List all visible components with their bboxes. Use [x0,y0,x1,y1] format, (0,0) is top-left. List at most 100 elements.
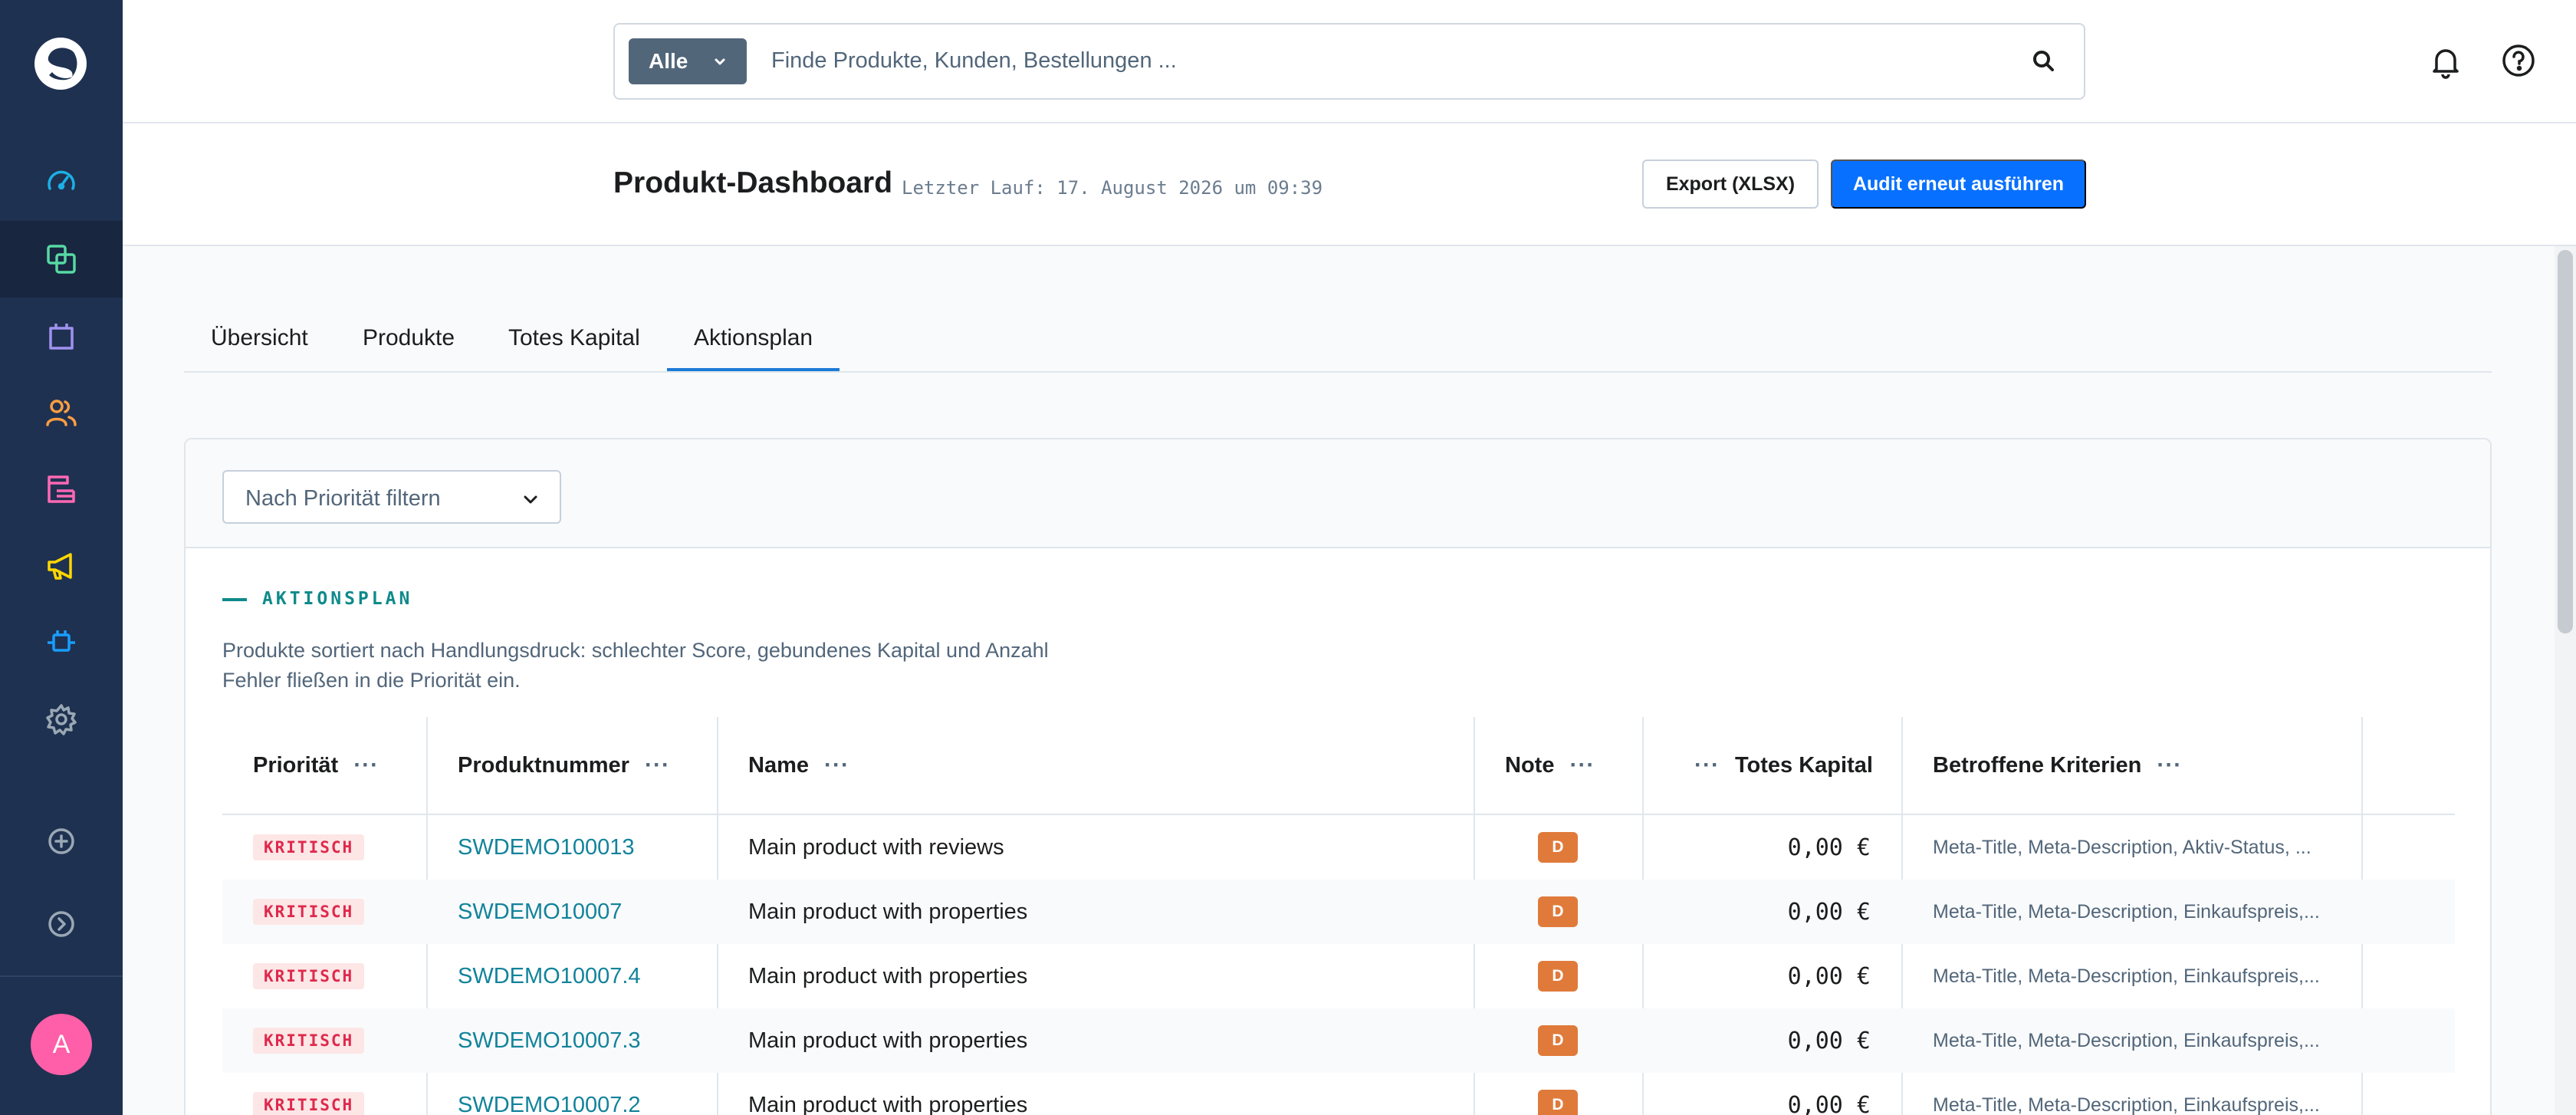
criteria-cell: Meta-Title, Meta-Description, Einkaufspr… [1933,1094,2320,1115]
sidebar-collapse-button[interactable] [0,886,123,962]
tab-overview[interactable]: Übersicht [211,325,308,351]
collapse-icon [48,911,74,937]
grade-badge: D [1538,961,1578,992]
tab-dead-capital[interactable]: Totes Kapital [508,325,640,351]
table-header: Priorität ··· Produktnummer ··· Name ···… [222,717,2455,815]
priority-filter-placeholder: Nach Priorität filtern [245,486,441,511]
table-row[interactable]: KRITISCH SWDEMO100013 Main product with re… [222,815,2455,880]
priority-cell: KRITISCH [253,815,406,880]
dead-capital-cell: 0,00 € [1787,898,1871,926]
orders-icon [49,324,74,350]
priority-badge: KRITISCH [253,1092,365,1115]
priority-cell: KRITISCH [253,1073,406,1115]
global-search: Alle Finde Produkte, Kunden, Bestellunge… [613,23,2085,100]
product-number-link[interactable]: SWDEMO10007 [458,880,703,944]
grade-badge: D [1538,1090,1578,1115]
grade-badge: D [1538,1025,1578,1056]
section-description: Produkte sortiert nach Handlungsdruck: s… [222,639,1049,692]
column-header-grade[interactable]: Note ··· [1505,717,1595,814]
column-header-priority[interactable]: Priorität ··· [253,717,379,814]
table-row[interactable]: KRITISCH SWDEMO10007 Main product with pro… [222,880,2455,944]
column-menu-icon[interactable]: ··· [1694,752,1720,778]
column-header-label: Betroffene Kriterien [1933,752,2142,778]
priority-badge: KRITISCH [253,899,365,925]
column-header-affected-criteria[interactable]: Betroffene Kriterien ··· [1933,717,2182,814]
settings-icon [46,704,77,735]
dead-capital-cell: 0,00 € [1787,962,1871,990]
search-input[interactable]: Finde Produkte, Kunden, Bestellungen ... [771,48,1177,74]
chevron-down-icon [524,495,537,504]
column-header-label: Totes Kapital [1734,752,1873,778]
add-icon [48,828,74,854]
product-name-cell: Main product with properties [748,1092,1028,1115]
content-icon [48,475,75,503]
extensions-icon [48,630,75,652]
column-header-label: Priorität [253,752,339,778]
column-menu-icon[interactable]: ··· [353,752,379,778]
help-icon[interactable] [2501,43,2536,78]
page-title: Produkt-Dashboard [613,166,893,199]
sidebar: A [0,0,123,1115]
grade-cell: D [1538,815,1584,880]
product-name-cell: Main product with properties [748,963,1028,988]
sidebar-item-settings[interactable] [0,681,123,758]
sidebar-item-orders[interactable] [0,298,123,374]
search-type-select[interactable]: Alle [629,38,747,84]
product-name-cell: Main product with properties [748,899,1028,924]
customers-icon [46,400,77,426]
chevron-down-icon [715,58,725,65]
priority-badge: KRITISCH [253,1028,365,1054]
sidebar-add-button[interactable] [0,803,123,880]
sidebar-item-customers[interactable] [0,374,123,451]
dashboard-icon [48,170,75,190]
grade-cell: D [1538,880,1584,944]
column-header-product-number[interactable]: Produktnummer ··· [458,717,670,814]
search-icon[interactable] [2029,46,2059,77]
column-header-label: Name [748,752,809,778]
export-xlsx-button[interactable]: Export (XLSX) [1642,160,1819,209]
column-header-label: Note [1505,752,1555,778]
product-name-cell: Main product with properties [748,1028,1028,1053]
card-toolbar: Nach Priorität filtern [186,439,2490,548]
column-menu-icon[interactable]: ··· [1569,752,1595,778]
priority-badge: KRITISCH [253,834,365,860]
tab-action-plan[interactable]: Aktionsplan [694,325,813,351]
sidebar-item-content[interactable] [0,451,123,528]
product-number-link[interactable]: SWDEMO10007.3 [458,1008,703,1073]
priority-filter-select[interactable]: Nach Priorität filtern [222,470,561,524]
action-plan-card: Nach Priorität filtern AKTIONSPLAN Produ… [184,438,2492,1115]
column-menu-icon[interactable]: ··· [645,752,670,778]
column-header-label: Produktnummer [458,752,629,778]
sidebar-item-dashboard[interactable] [0,144,123,221]
sidebar-item-marketing[interactable] [0,528,123,604]
table-row[interactable]: KRITISCH SWDEMO10007.2 Main product with p… [222,1073,2455,1115]
active-tab-indicator [667,368,840,371]
tab-products[interactable]: Produkte [363,325,455,351]
table-row[interactable]: KRITISCH SWDEMO10007.4 Main product with p… [222,944,2455,1008]
section-label: AKTIONSPLAN [262,589,413,609]
scrollbar-thumb[interactable] [2558,250,2573,633]
priority-cell: KRITISCH [253,880,406,944]
column-header-name[interactable]: Name ··· [748,717,849,814]
product-number-link[interactable]: SWDEMO10007.2 [458,1073,703,1115]
sidebar-item-catalogue[interactable] [0,221,123,298]
dead-capital-cell: 0,00 € [1787,1091,1871,1115]
grade-cell: D [1538,1008,1584,1073]
notification-bell-icon[interactable] [2427,43,2464,80]
priority-cell: KRITISCH [253,1008,406,1073]
grade-cell: D [1538,944,1584,1008]
column-header-dead-capital[interactable]: ··· Totes Kapital [1694,717,1873,814]
column-menu-icon[interactable]: ··· [824,752,849,778]
table-row[interactable]: KRITISCH SWDEMO10007.3 Main product with p… [222,1008,2455,1073]
criteria-cell: Meta-Title, Meta-Description, Einkaufspr… [1933,900,2320,923]
criteria-cell: Meta-Title, Meta-Description, Einkaufspr… [1933,965,2320,987]
avatar[interactable]: A [31,1014,92,1075]
shopware-logo-icon[interactable] [34,37,87,90]
marketing-icon [48,553,72,580]
rerun-audit-button[interactable]: Audit erneut ausführen [1831,160,2086,209]
product-number-link[interactable]: SWDEMO10007.4 [458,944,703,1008]
product-number-link[interactable]: SWDEMO100013 [458,815,703,880]
column-menu-icon[interactable]: ··· [2157,752,2182,778]
criteria-cell: Meta-Title, Meta-Description, Einkaufspr… [1933,1029,2320,1051]
sidebar-item-extensions[interactable] [0,604,123,681]
